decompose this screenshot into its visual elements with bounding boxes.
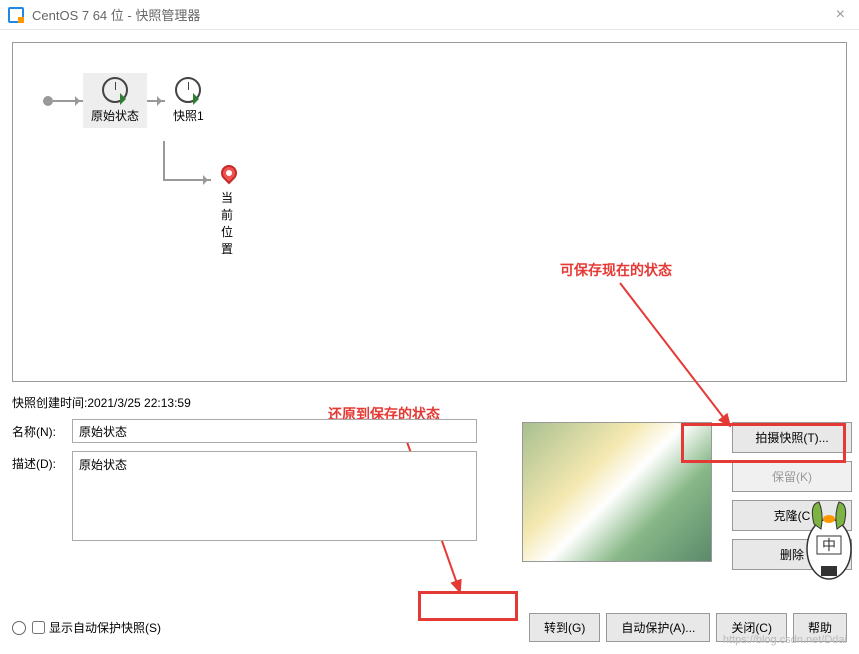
- history-icon: [12, 621, 26, 635]
- footer-bar: 显示自动保护快照(S) 转到(G) 自动保护(A)... 关闭(C) 帮助: [12, 613, 847, 642]
- current-position-node[interactable]: 当前位置: [213, 161, 245, 261]
- take-snapshot-button[interactable]: 拍摄快照(T)...: [732, 422, 852, 453]
- node-label: 原始状态: [91, 107, 139, 124]
- name-input[interactable]: [72, 419, 477, 443]
- show-auto-checkbox[interactable]: [32, 621, 45, 634]
- clock-icon: [175, 77, 201, 103]
- snapshot-tree-area: 原始状态 快照1 当前位置: [12, 42, 847, 382]
- description-label: 描述(D):: [12, 451, 72, 472]
- snapshot-node-original[interactable]: 原始状态: [83, 73, 147, 128]
- arrow-icon: [147, 100, 165, 102]
- snapshot-node-snapshot1[interactable]: 快照1: [165, 73, 212, 128]
- show-auto-checkbox-label[interactable]: 显示自动保护快照(S): [32, 619, 161, 636]
- mascot-image: 中: [799, 494, 859, 594]
- snapshot-thumbnail: [522, 422, 712, 562]
- created-time-label: 快照创建时间:2021/3/25 22:13:59: [12, 394, 847, 411]
- goto-button[interactable]: 转到(G): [529, 613, 600, 642]
- description-textarea[interactable]: [72, 451, 477, 541]
- name-label: 名称(N):: [12, 419, 72, 440]
- app-icon: [8, 7, 24, 23]
- pin-icon: [218, 162, 241, 185]
- close-icon[interactable]: ×: [830, 6, 851, 24]
- arrow-icon: [53, 100, 83, 102]
- branch-line: [163, 179, 211, 181]
- title-bar: CentOS 7 64 位 - 快照管理器 ×: [0, 0, 859, 30]
- show-auto-text: 显示自动保护快照(S): [49, 619, 161, 636]
- clock-icon: [102, 77, 128, 103]
- watermark: https://blog.csdn.net/Ddai: [723, 634, 847, 646]
- annotation-save: 可保存现在的状态: [560, 260, 672, 280]
- details-panel: 快照创建时间:2021/3/25 22:13:59 名称(N): 描述(D): …: [12, 394, 847, 541]
- node-label: 快照1: [173, 107, 204, 124]
- branch-line: [163, 141, 165, 181]
- window-title: CentOS 7 64 位 - 快照管理器: [32, 5, 830, 24]
- keep-button[interactable]: 保留(K): [732, 461, 852, 492]
- root-dot-icon: [43, 96, 53, 106]
- node-label: 当前位置: [221, 189, 237, 257]
- auto-protect-button[interactable]: 自动保护(A)...: [606, 613, 710, 642]
- svg-text:中: 中: [822, 537, 836, 553]
